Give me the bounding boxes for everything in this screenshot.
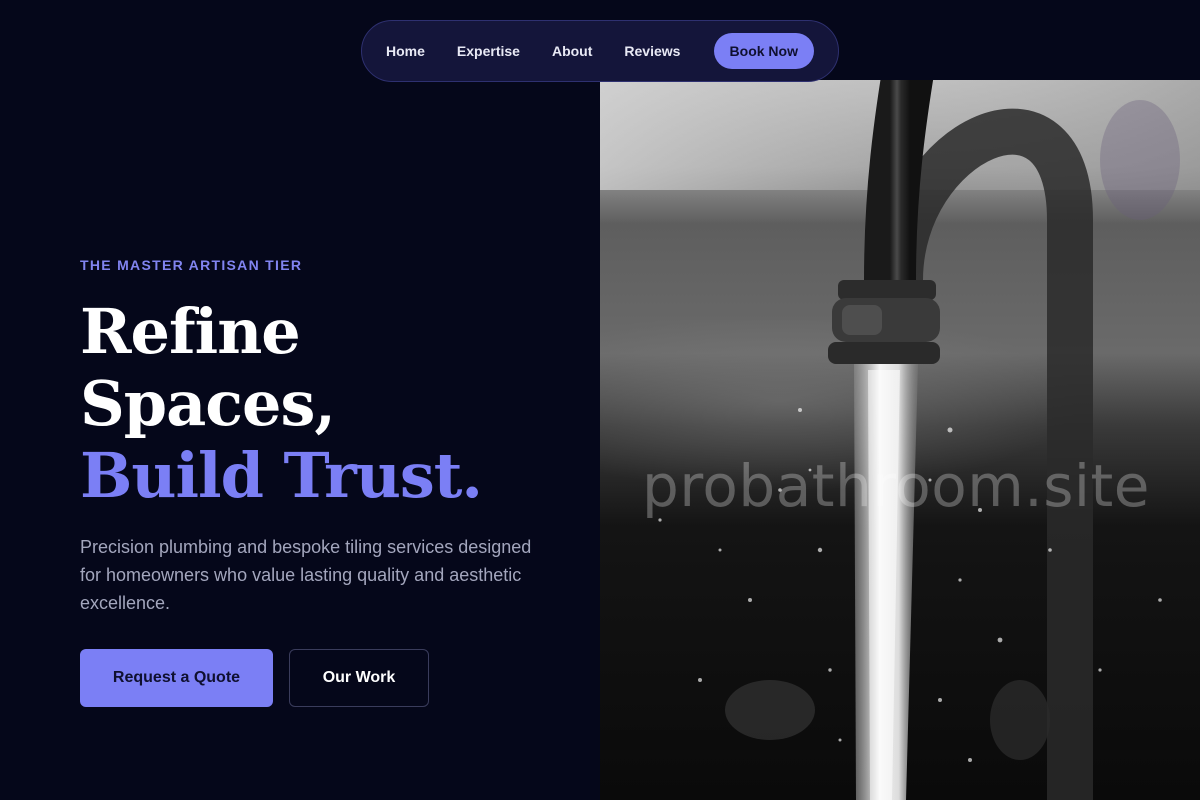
nav-link-expertise[interactable]: Expertise: [457, 43, 520, 59]
hero-description: Precision plumbing and bespoke tiling se…: [80, 537, 532, 613]
book-now-button[interactable]: Book Now: [713, 33, 814, 69]
request-quote-button[interactable]: Request a Quote: [80, 649, 273, 707]
nav-link-home[interactable]: Home: [386, 43, 425, 59]
headline-line-1: Refine: [80, 295, 301, 368]
nav-link-reviews[interactable]: Reviews: [624, 43, 680, 59]
faucet-illustration: [600, 80, 1200, 800]
nav-link-about[interactable]: About: [552, 43, 592, 59]
headline-line-2: Spaces,: [80, 367, 336, 440]
top-nav: Home Expertise About Reviews Book Now: [361, 20, 839, 82]
hero-faucet-image: probathroom.site: [600, 80, 1200, 800]
hero-eyebrow: THE MASTER ARTISAN TIER: [80, 257, 303, 273]
hero-headline: Refine Spaces, Build Trust.: [80, 295, 483, 512]
watermark-text: probathroom.site: [642, 452, 1150, 520]
our-work-button[interactable]: Our Work: [289, 649, 429, 707]
headline-accent: Build Trust.: [80, 439, 483, 512]
